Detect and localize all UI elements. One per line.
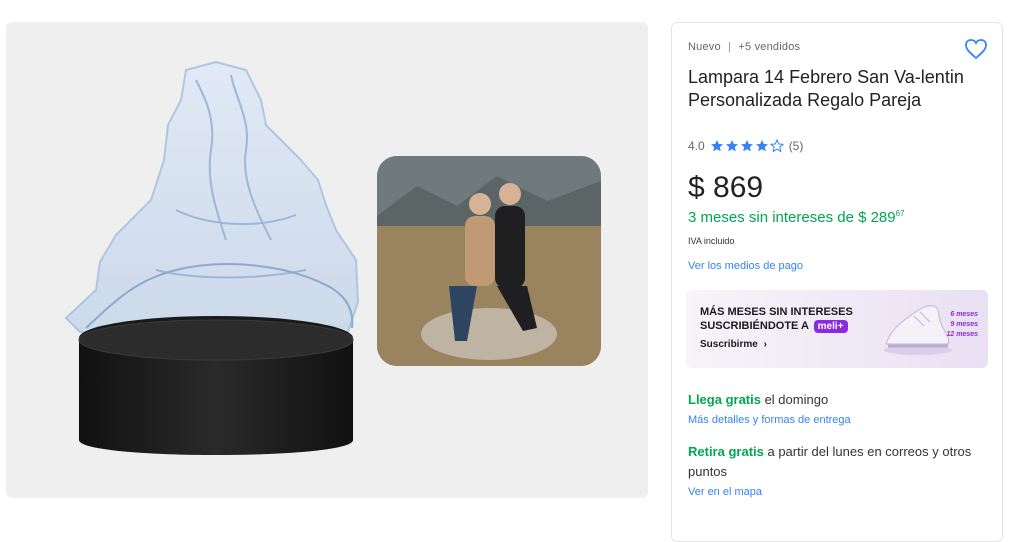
shipping-arrival: Llega gratis el domingo [688,392,828,407]
rating-count: (5) [788,139,804,153]
payment-methods-link[interactable]: Ver los medios de pago [688,260,803,272]
free-shipping-label: Llega gratis [688,392,761,407]
meli-plus-banner[interactable]: MÁS MESES SIN INTERESES SUSCRIBIÉNDOTE A… [686,290,988,368]
product-gallery [6,22,648,498]
star-icon [725,140,738,152]
lamp-image[interactable] [56,40,366,480]
promo-line2-wrap: SUSCRIBIÉNDOTE A meli+ [700,319,853,333]
months-list: 6 meses 9 meses 12 meses [946,310,978,340]
meli-plus-badge: meli+ [813,320,848,333]
couple-photo[interactable] [377,156,601,366]
meta-separator: | [728,41,732,53]
tax-note: IVA incluido [688,236,735,246]
free-pickup-label: Retira gratis [688,444,764,459]
condition-label: Nuevo [688,41,721,53]
months-9: 9 meses [950,321,978,328]
sneaker-image [884,305,952,355]
delivery-details-link[interactable]: Más detalles y formas de entrega [688,414,851,426]
promo-headline: MÁS MESES SIN INTERESES SUSCRIBIÉNDOTE A… [700,305,853,333]
price: $ 869 [688,171,764,204]
installments-text: 3 meses sin intereses de $ 289 [688,209,896,226]
arrival-day: el domingo [760,392,829,407]
subscribe-button[interactable]: Suscribirme › [700,339,767,350]
installments-cents: 67 [895,209,905,218]
star-icon [740,140,753,152]
pickup-info: Retira gratis a partir del lunes en corr… [688,442,988,482]
rating-value: 4.0 [688,139,705,153]
chevron-right-icon: › [763,339,767,350]
months-6: 6 meses [950,311,978,318]
installments-info: 3 meses sin intereses de $ 28967 [688,209,905,226]
product-title: Lampara 14 Febrero San Va-lentin Persona… [688,67,964,110]
sold-count: +5 vendidos [738,41,801,53]
rating-stars [710,139,784,153]
subscribe-label: Suscribirme [700,339,758,350]
product-meta: Nuevo | +5 vendidos [688,41,800,53]
heart-icon[interactable] [964,38,988,60]
star-empty-icon [769,139,784,153]
rating[interactable]: 4.0 (5) [688,139,803,153]
star-icon [755,140,768,152]
promo-line1: MÁS MESES SIN INTERESES [700,306,853,318]
map-link[interactable]: Ver en el mapa [688,486,762,498]
star-icon [710,140,723,152]
promo-line2: SUSCRIBIÉNDOTE A [700,320,809,332]
buy-box: Nuevo | +5 vendidos Lampara 14 Febrero S… [671,22,1003,542]
months-12: 12 meses [946,331,978,338]
